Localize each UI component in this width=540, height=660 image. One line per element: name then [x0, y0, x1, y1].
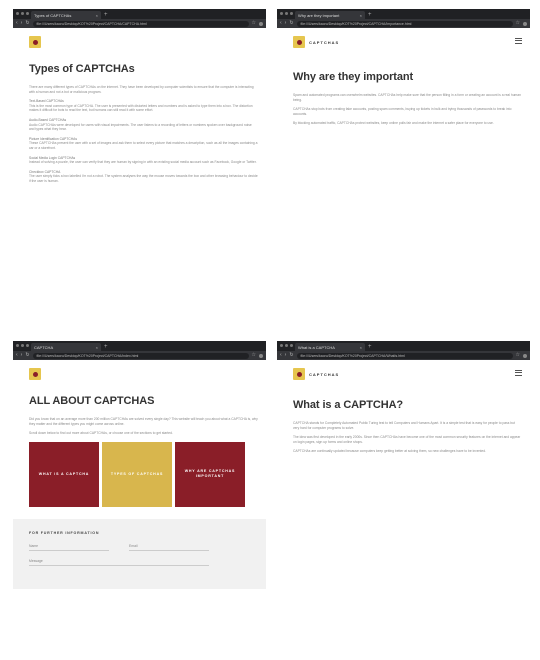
- window-controls[interactable]: [280, 12, 293, 15]
- message-field[interactable]: Message: [29, 559, 209, 566]
- bookmark-icon[interactable]: ☆: [516, 19, 520, 28]
- tab-bar: What is a CAPTCHA × +: [277, 341, 530, 351]
- bookmark-icon[interactable]: ☆: [516, 351, 520, 360]
- url-field[interactable]: file:///Users/kaoru/Desktop/KOT%20Projec…: [32, 352, 249, 359]
- back-icon[interactable]: ‹: [280, 351, 282, 360]
- reload-icon[interactable]: ↻: [25, 19, 29, 28]
- paragraph: CAPTCHAs are continually updated because…: [293, 449, 486, 454]
- page-title: What is a CAPTCHA?: [293, 399, 404, 411]
- site-logo[interactable]: [29, 35, 258, 49]
- email-field[interactable]: Email: [129, 544, 209, 551]
- url-field[interactable]: file:///Users/kaoru/Desktop/KOT%20Projec…: [296, 20, 513, 27]
- section-paragraph: These CAPTCHAs present the user with a s…: [29, 141, 258, 150]
- address-bar: ‹ › ↻ file:///Users/kaoru/Desktop/KOT%20…: [13, 351, 266, 360]
- reload-icon[interactable]: ↻: [289, 19, 293, 28]
- section-paragraph: This is the most common type of CAPTCHA.…: [29, 103, 253, 113]
- site-logo[interactable]: CAPTCHAS: [293, 367, 522, 381]
- browser-window-types: Types of CAPTCHAs × + ‹ › ↻ file:///User…: [13, 9, 266, 307]
- section-paragraph: Instead of solving a puzzle, the user ca…: [29, 160, 257, 165]
- hamburger-menu-icon[interactable]: [515, 370, 522, 376]
- close-tab-icon[interactable]: ×: [96, 13, 98, 18]
- contact-form: FOR FURTHER INFORMATION Name Email Messa…: [13, 518, 266, 589]
- address-bar: ‹ › ↻ file:///Users/kaoru/Desktop/KOT%20…: [277, 351, 530, 360]
- hamburger-menu-icon[interactable]: [515, 38, 522, 44]
- close-tab-icon[interactable]: ×: [360, 345, 362, 350]
- new-tab-icon[interactable]: +: [368, 11, 372, 19]
- page-title: ALL ABOUT CAPTCHAS: [29, 395, 155, 407]
- reload-icon[interactable]: ↻: [25, 351, 29, 360]
- paragraph: CAPTCHAs stop bots from creating fake ac…: [293, 107, 512, 116]
- paragraph: Spam and automated programs can overwhel…: [293, 93, 521, 102]
- page-content: Types of CAPTCHAs There are many differe…: [13, 28, 266, 184]
- tab-bar: CAPTCHA × +: [13, 341, 266, 351]
- logo-text: CAPTCHAS: [309, 39, 340, 45]
- address-bar: ‹ › ↻ file:///Users/kaoru/Desktop/KOT%20…: [277, 19, 530, 28]
- url-field[interactable]: file:///Users/kaoru/Desktop/KOT%20Projec…: [32, 20, 249, 27]
- bookmark-icon[interactable]: ☆: [252, 351, 256, 360]
- new-tab-icon[interactable]: +: [104, 11, 108, 19]
- tab-bar: Why are they important × +: [277, 9, 530, 19]
- intro-paragraph: There are many different types of CAPTCH…: [29, 85, 254, 94]
- browser-tab[interactable]: What is a CAPTCHA ×: [295, 343, 365, 351]
- back-icon[interactable]: ‹: [16, 351, 18, 360]
- page-content: CAPTCHAS Why are they important Spam and…: [277, 28, 530, 126]
- section-cards: WHAT IS A CAPTCHA TYPES OF CAPTCHAS WHY …: [29, 441, 258, 507]
- window-controls[interactable]: [280, 344, 293, 347]
- paragraph: The idea was first developed in the earl…: [293, 435, 521, 444]
- browser-window-home: CAPTCHA × + ‹ › ↻ file:///Users/kaoru/De…: [13, 341, 266, 652]
- page-title: Types of CAPTCHAs: [29, 63, 135, 75]
- section-paragraph: Audio CAPTCHAs were developed for users …: [29, 122, 252, 132]
- browser-tab[interactable]: Types of CAPTCHAs ×: [31, 11, 101, 19]
- tab-title: What is a CAPTCHA: [298, 344, 335, 350]
- name-field[interactable]: Name: [29, 544, 109, 551]
- tab-title: Types of CAPTCHAs: [34, 12, 72, 18]
- card-types-of-captchas[interactable]: TYPES OF CAPTCHAS: [102, 441, 172, 507]
- profile-icon[interactable]: [259, 21, 263, 26]
- profile-icon[interactable]: [259, 353, 263, 358]
- window-controls[interactable]: [16, 12, 29, 15]
- back-icon[interactable]: ‹: [280, 19, 282, 28]
- browser-window-what-is: What is a CAPTCHA × + ‹ › ↻ file:///User…: [277, 341, 530, 652]
- site-logo[interactable]: [29, 367, 258, 381]
- paragraph: CAPTCHA stands for Completely Automated …: [293, 421, 515, 430]
- browser-tab[interactable]: CAPTCHA ×: [31, 343, 101, 351]
- card-why-important[interactable]: WHY ARE CAPTCHAS IMPORTANT: [175, 441, 245, 507]
- new-tab-icon[interactable]: +: [368, 343, 372, 351]
- logo-text: CAPTCHAS: [309, 371, 340, 377]
- page-title: Why are they important: [293, 71, 414, 83]
- bookmark-icon[interactable]: ☆: [252, 19, 256, 28]
- logo-icon: [293, 36, 305, 48]
- close-tab-icon[interactable]: ×: [360, 13, 362, 18]
- page-content: CAPTCHAS What is a CAPTCHA? CAPTCHA stan…: [277, 360, 530, 454]
- card-what-is-captcha[interactable]: WHAT IS A CAPTCHA: [29, 441, 99, 507]
- url-field[interactable]: file:///Users/kaoru/Desktop/KOT%20Projec…: [296, 352, 513, 359]
- intro-paragraph: Did you know that on an average more tha…: [29, 417, 258, 426]
- browser-window-importance: Why are they important × + ‹ › ↻ file://…: [277, 9, 530, 307]
- tab-bar: Types of CAPTCHAs × +: [13, 9, 266, 19]
- page-content: ALL ABOUT CAPTCHAS Did you know that on …: [13, 360, 266, 589]
- tab-title: CAPTCHA: [34, 344, 54, 350]
- section-paragraph: The user simply ticks a box labelled I'm…: [29, 174, 258, 183]
- profile-icon[interactable]: [523, 353, 527, 358]
- intro-paragraph: Scroll down below to find out more about…: [29, 431, 173, 436]
- forward-icon[interactable]: ›: [21, 351, 23, 360]
- forward-icon[interactable]: ›: [285, 19, 287, 28]
- tab-title: Why are they important: [298, 12, 340, 18]
- close-tab-icon[interactable]: ×: [96, 345, 98, 350]
- forward-icon[interactable]: ›: [21, 19, 23, 28]
- profile-icon[interactable]: [523, 21, 527, 26]
- browser-tab[interactable]: Why are they important ×: [295, 11, 365, 19]
- back-icon[interactable]: ‹: [16, 19, 18, 28]
- logo-icon: [29, 368, 41, 380]
- logo-icon: [293, 368, 305, 380]
- address-bar: ‹ › ↻ file:///Users/kaoru/Desktop/KOT%20…: [13, 19, 266, 28]
- reload-icon[interactable]: ↻: [289, 351, 293, 360]
- site-logo[interactable]: CAPTCHAS: [293, 35, 522, 49]
- new-tab-icon[interactable]: +: [104, 343, 108, 351]
- logo-icon: [29, 36, 41, 48]
- forward-icon[interactable]: ›: [285, 351, 287, 360]
- window-controls[interactable]: [16, 344, 29, 347]
- paragraph: By blocking automated traffic, CAPTCHAs …: [293, 121, 494, 126]
- form-title: FOR FURTHER INFORMATION: [29, 530, 100, 535]
